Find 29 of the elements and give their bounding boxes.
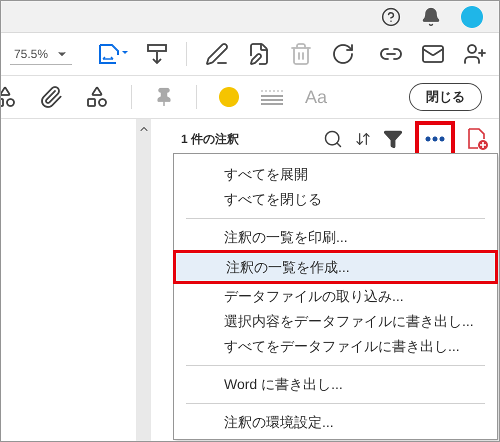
- menu-item[interactable]: すべてをデータファイルに書き出し...: [174, 334, 497, 359]
- filter-icon[interactable]: [383, 129, 403, 149]
- menu-item[interactable]: 注釈の一覧を印刷...: [174, 225, 497, 250]
- menu-item[interactable]: Word に書き出し...: [174, 372, 497, 397]
- add-pdf-icon[interactable]: [467, 127, 489, 151]
- menu-item[interactable]: 注釈の一覧を作成...: [173, 250, 498, 284]
- document-edit-icon[interactable]: [247, 42, 271, 66]
- bell-icon[interactable]: [421, 6, 441, 26]
- more-icon: [425, 136, 445, 142]
- menu-item[interactable]: データファイルの取り込み...: [174, 284, 497, 309]
- attach-icon[interactable]: [39, 85, 63, 109]
- add-user-icon[interactable]: [463, 42, 487, 66]
- shapes-icon[interactable]: [85, 85, 109, 109]
- redo-icon[interactable]: [331, 42, 355, 66]
- scroll-down-icon[interactable]: [146, 43, 168, 65]
- menu-item[interactable]: 注釈の環境設定...: [174, 410, 497, 435]
- scrollbar[interactable]: [136, 119, 151, 441]
- menu-item[interactable]: 選択内容をデータファイルに書き出し...: [174, 309, 497, 334]
- help-icon[interactable]: [381, 6, 401, 26]
- panel-title: 1 件の注釈: [181, 131, 240, 148]
- menu-item[interactable]: すべてを閉じる: [174, 187, 497, 212]
- pen-icon[interactable]: [205, 42, 229, 66]
- color-swatch[interactable]: [219, 87, 239, 107]
- fit-width-icon[interactable]: [98, 43, 128, 65]
- mail-icon[interactable]: [421, 42, 445, 66]
- close-button[interactable]: 閉じる: [409, 83, 482, 111]
- menu-item[interactable]: すべてを展開: [174, 162, 497, 187]
- zoom-dropdown[interactable]: 75.5%: [10, 43, 72, 65]
- search-icon[interactable]: [323, 129, 343, 149]
